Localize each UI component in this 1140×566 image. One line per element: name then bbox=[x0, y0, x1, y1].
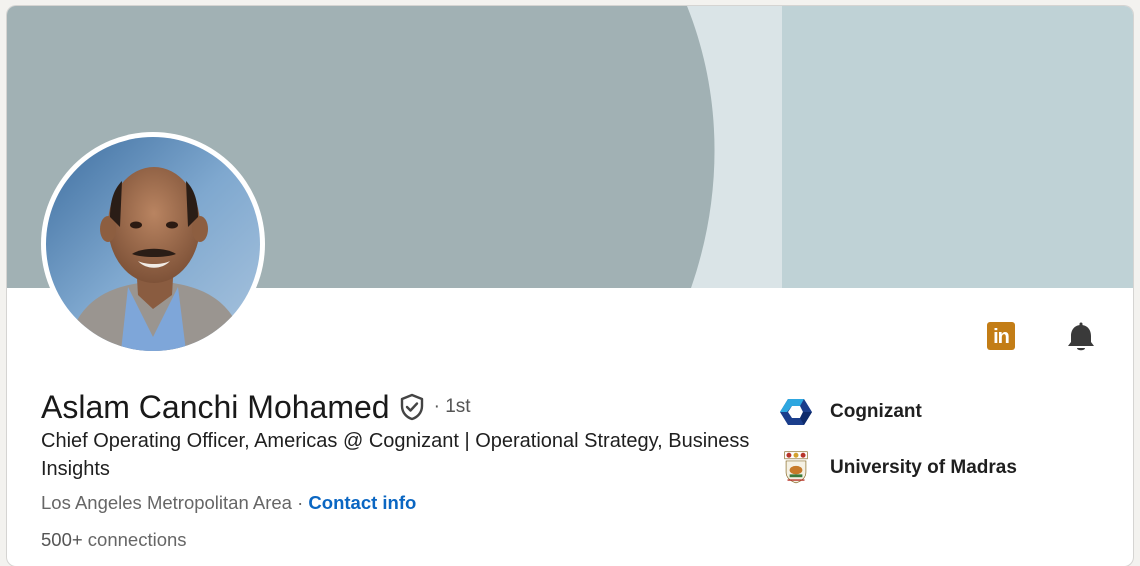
linkedin-icon[interactable]: in bbox=[987, 322, 1015, 350]
profile-photo bbox=[46, 137, 260, 351]
profile-location: Los Angeles Metropolitan Area bbox=[41, 492, 292, 513]
cognizant-logo-icon bbox=[780, 399, 812, 425]
avatar[interactable] bbox=[46, 137, 260, 351]
connections-count[interactable]: 500+ connections bbox=[41, 529, 187, 551]
org-item-cognizant[interactable]: Cognizant bbox=[779, 388, 1119, 436]
org-name: University of Madras bbox=[830, 457, 1017, 478]
verified-shield-icon[interactable] bbox=[398, 393, 426, 421]
profile-name: Aslam Canchi Mohamed bbox=[41, 388, 390, 425]
linkedin-icon-label: in bbox=[993, 326, 1010, 348]
org-item-university-of-madras[interactable]: University of Madras bbox=[779, 444, 1119, 492]
profile-card: Aslam Canchi Mohamed · 1st Chief Operati… bbox=[7, 6, 1133, 566]
profile-photo-frame[interactable] bbox=[41, 132, 265, 356]
location-row: Los Angeles Metropolitan Area · Contact … bbox=[41, 492, 416, 514]
university-seal-icon bbox=[784, 451, 808, 484]
connections-number: 500+ bbox=[41, 529, 83, 550]
organizations-list: Cognizant University of Madras bbox=[779, 388, 1119, 492]
profile-headline: Chief Operating Officer, Americas @ Cogn… bbox=[41, 430, 750, 480]
location-separator: · bbox=[291, 492, 309, 513]
org-name: Cognizant bbox=[830, 401, 922, 422]
connection-degree: · 1st bbox=[433, 396, 471, 417]
notification-bell-icon[interactable] bbox=[1063, 320, 1099, 356]
connections-label: connections bbox=[82, 529, 187, 550]
contact-info-link[interactable]: Contact info bbox=[308, 492, 416, 513]
name-row: Aslam Canchi Mohamed · 1st bbox=[41, 387, 471, 427]
